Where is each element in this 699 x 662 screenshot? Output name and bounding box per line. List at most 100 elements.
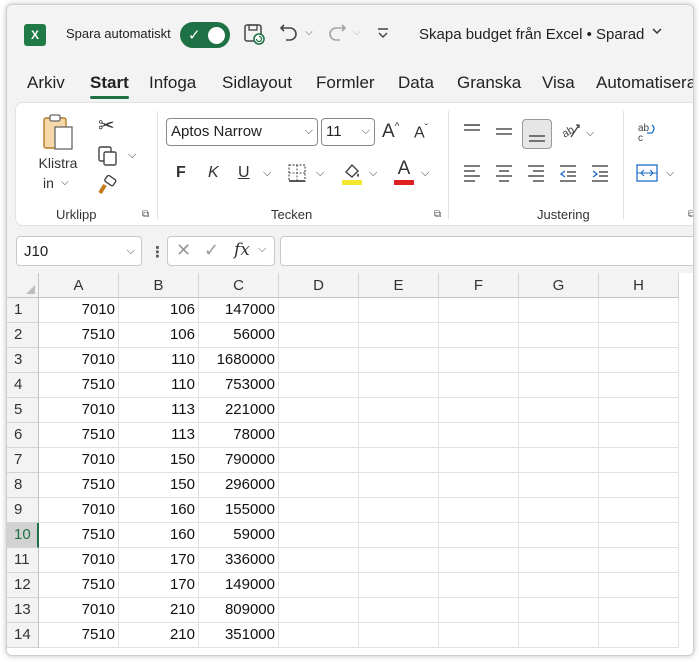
row-header-8[interactable]: 8 [7, 473, 39, 498]
cell-g9[interactable] [519, 498, 599, 523]
cell-f9[interactable] [439, 498, 519, 523]
cell-c11[interactable]: 336000 [199, 548, 279, 573]
cell-a14[interactable]: 7510 [39, 623, 119, 648]
cell-g6[interactable] [519, 423, 599, 448]
cell-f7[interactable] [439, 448, 519, 473]
cell-c6[interactable]: 78000 [199, 423, 279, 448]
cell-a11[interactable]: 7010 [39, 548, 119, 573]
cell-h1[interactable] [599, 298, 679, 323]
copy-icon[interactable] [96, 145, 118, 172]
italic-button[interactable]: K [208, 164, 219, 182]
cell-g2[interactable] [519, 323, 599, 348]
column-header-g[interactable]: G [519, 273, 599, 298]
cell-b10[interactable]: 160 [119, 523, 199, 548]
align-left-icon[interactable] [462, 163, 482, 188]
cell-h7[interactable] [599, 448, 679, 473]
cell-h11[interactable] [599, 548, 679, 573]
align-center-icon[interactable] [494, 163, 514, 188]
cell-h10[interactable] [599, 523, 679, 548]
cell-c14[interactable]: 351000 [199, 623, 279, 648]
cell-d5[interactable] [279, 398, 359, 423]
column-header-b[interactable]: B [119, 273, 199, 298]
undo-icon[interactable] [277, 23, 301, 47]
cell-g3[interactable] [519, 348, 599, 373]
cell-e12[interactable] [359, 573, 439, 598]
cell-h14[interactable] [599, 623, 679, 648]
insert-function-icon[interactable]: fx [234, 240, 250, 260]
cell-e4[interactable] [359, 373, 439, 398]
cell-b3[interactable]: 110 [119, 348, 199, 373]
cell-a2[interactable]: 7510 [39, 323, 119, 348]
cell-g7[interactable] [519, 448, 599, 473]
redo-icon[interactable] [325, 23, 349, 47]
column-header-f[interactable]: F [439, 273, 519, 298]
title-chevron-down-icon[interactable] [651, 25, 663, 40]
wrap-text-icon[interactable]: ab c [636, 121, 658, 148]
cell-g10[interactable] [519, 523, 599, 548]
cell-b5[interactable]: 113 [119, 398, 199, 423]
tab-automatisera[interactable]: Automatisera [596, 73, 693, 93]
cell-a8[interactable]: 7510 [39, 473, 119, 498]
cell-c13[interactable]: 809000 [199, 598, 279, 623]
customize-toolbar-icon[interactable] [371, 23, 395, 47]
row-header-11[interactable]: 11 [7, 548, 39, 573]
cell-b12[interactable]: 170 [119, 573, 199, 598]
justering-launcher-icon[interactable]: ⧉ [688, 209, 693, 220]
fill-color-chevron-down-icon[interactable]: ⌵ [369, 167, 377, 180]
cell-a13[interactable]: 7010 [39, 598, 119, 623]
cell-a5[interactable]: 7010 [39, 398, 119, 423]
cell-h2[interactable] [599, 323, 679, 348]
tab-arkiv[interactable]: Arkiv [27, 73, 65, 93]
cell-h4[interactable] [599, 373, 679, 398]
cell-g11[interactable] [519, 548, 599, 573]
cell-e14[interactable] [359, 623, 439, 648]
cell-b6[interactable]: 113 [119, 423, 199, 448]
cell-d2[interactable] [279, 323, 359, 348]
orientation-icon[interactable]: ab [559, 119, 581, 146]
cell-g12[interactable] [519, 573, 599, 598]
tab-visa[interactable]: Visa [542, 73, 575, 93]
confirm-icon[interactable]: ✓ [204, 240, 219, 261]
cell-h8[interactable] [599, 473, 679, 498]
row-header-13[interactable]: 13 [7, 598, 39, 623]
autosave-toggle[interactable]: ✓ [180, 22, 230, 48]
worksheet-grid[interactable]: A B C D E F G H 1 7010 106 147000 2 7510 106 56000 3 7010… [7, 273, 693, 655]
cell-b14[interactable]: 210 [119, 623, 199, 648]
cell-f3[interactable] [439, 348, 519, 373]
cell-c8[interactable]: 296000 [199, 473, 279, 498]
cell-f11[interactable] [439, 548, 519, 573]
cell-d3[interactable] [279, 348, 359, 373]
cell-d12[interactable] [279, 573, 359, 598]
copy-chevron-down-icon[interactable]: ⌵ [128, 149, 136, 162]
tab-start[interactable]: Start [90, 73, 129, 99]
cell-g8[interactable] [519, 473, 599, 498]
tab-infoga[interactable]: Infoga [149, 73, 196, 93]
cell-h9[interactable] [599, 498, 679, 523]
cell-a12[interactable]: 7510 [39, 573, 119, 598]
cell-h3[interactable] [599, 348, 679, 373]
cell-g5[interactable] [519, 398, 599, 423]
save-icon[interactable] [242, 23, 266, 47]
cell-f4[interactable] [439, 373, 519, 398]
increase-indent-icon[interactable] [590, 163, 610, 188]
orientation-chevron-down-icon[interactable]: ⌵ [586, 127, 594, 140]
cell-f13[interactable] [439, 598, 519, 623]
cell-e6[interactable] [359, 423, 439, 448]
font-color-chevron-down-icon[interactable]: ⌵ [421, 167, 429, 180]
row-header-5[interactable]: 5 [7, 398, 39, 423]
row-header-2[interactable]: 2 [7, 323, 39, 348]
cell-e9[interactable] [359, 498, 439, 523]
cell-a9[interactable]: 7010 [39, 498, 119, 523]
column-header-d[interactable]: D [279, 273, 359, 298]
name-box[interactable]: J10 ⌵ [16, 236, 142, 266]
cell-d13[interactable] [279, 598, 359, 623]
cell-h13[interactable] [599, 598, 679, 623]
cell-e7[interactable] [359, 448, 439, 473]
cell-e1[interactable] [359, 298, 439, 323]
cell-d7[interactable] [279, 448, 359, 473]
cell-e2[interactable] [359, 323, 439, 348]
formula-bar-options-icon[interactable]: ⋮ [150, 243, 165, 261]
tab-sidlayout[interactable]: Sidlayout [222, 73, 292, 93]
format-painter-icon[interactable] [96, 174, 118, 202]
cell-g14[interactable] [519, 623, 599, 648]
